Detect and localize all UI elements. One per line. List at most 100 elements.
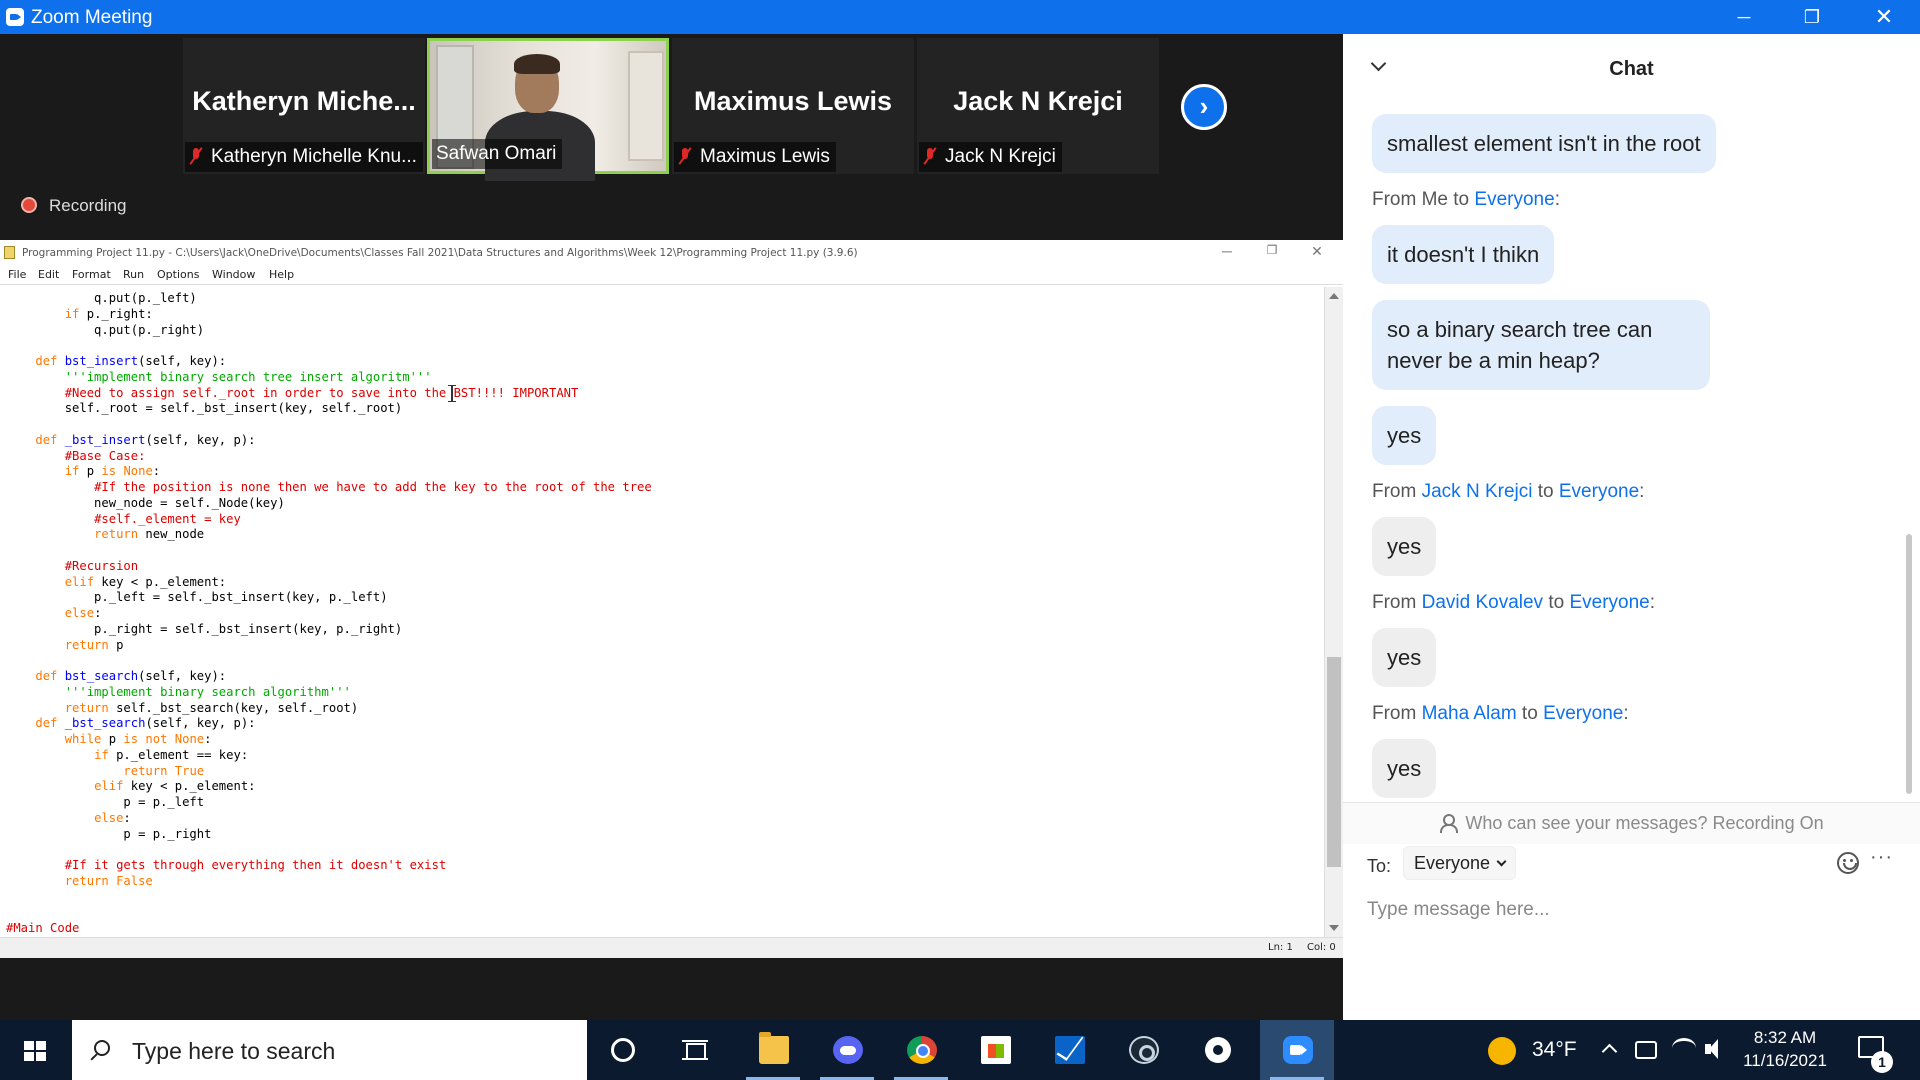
code-line[interactable]: p._left = self._bst_insert(key, p._left) <box>6 590 652 606</box>
code-line[interactable]: #Need to assign self._root in order to s… <box>6 386 652 402</box>
chat-message-input[interactable] <box>1367 892 1897 928</box>
zoom-button[interactable] <box>1260 1020 1334 1080</box>
start-button[interactable] <box>0 1020 70 1080</box>
scroll-thumb[interactable] <box>1327 657 1341 867</box>
cortana-icon[interactable] <box>611 1038 635 1062</box>
weather-sun-icon[interactable] <box>1488 1037 1516 1065</box>
code-line[interactable]: else: <box>6 606 652 622</box>
chat-message-bubble[interactable]: yes <box>1372 406 1437 465</box>
code-line[interactable] <box>6 653 652 669</box>
code-line[interactable]: q.put(p._right) <box>6 323 652 339</box>
code-line[interactable]: self._root = self._bst_insert(key, self.… <box>6 401 652 417</box>
emoji-icon[interactable] <box>1837 852 1859 874</box>
file-explorer-button[interactable] <box>736 1020 810 1080</box>
code-line[interactable]: if p._right: <box>6 307 652 323</box>
code-line[interactable]: #Recursion <box>6 559 652 575</box>
code-line[interactable]: p = p._left <box>6 795 652 811</box>
menu-format[interactable]: Format <box>72 268 111 281</box>
minimize-button[interactable]: ─ <box>1716 0 1772 34</box>
chat-message-bubble[interactable]: so a binary search tree can never be a m… <box>1372 300 1710 390</box>
code-line[interactable] <box>6 890 652 906</box>
wifi-icon[interactable] <box>1672 1038 1696 1058</box>
code-line[interactable]: #If the position is none then we have to… <box>6 480 652 496</box>
next-page-button[interactable]: › <box>1181 84 1227 130</box>
chat-message-bubble[interactable]: yes <box>1372 739 1437 798</box>
code-line[interactable]: #Base Case: <box>6 449 652 465</box>
chat-recipient-name[interactable]: Everyone <box>1474 189 1554 210</box>
chrome-button[interactable] <box>884 1020 958 1080</box>
code-line[interactable]: if p is None: <box>6 464 652 480</box>
code-line[interactable]: '''implement binary search tree insert a… <box>6 370 652 386</box>
code-line[interactable]: return self._bst_search(key, self._root) <box>6 701 652 717</box>
code-line[interactable]: q.put(p._left) <box>6 291 652 307</box>
code-line[interactable]: elif key < p._element: <box>6 779 652 795</box>
settings-button[interactable] <box>1180 1020 1254 1080</box>
close-button[interactable]: ✕ <box>1856 0 1912 34</box>
chat-scrollbar[interactable] <box>1904 104 1914 804</box>
chat-message-bubble[interactable]: smallest element isn't in the root <box>1372 114 1716 173</box>
chat-sender-name[interactable]: David Kovalev <box>1422 592 1543 613</box>
code-line[interactable]: #self._element = key <box>6 512 652 528</box>
idle-restore-button[interactable]: ❐ <box>1257 243 1287 263</box>
scroll-down-icon[interactable] <box>1329 925 1339 931</box>
code-line[interactable]: #If it gets through everything then it d… <box>6 858 652 874</box>
code-line[interactable]: return p <box>6 638 652 654</box>
chat-recipient-name[interactable]: Everyone <box>1569 592 1649 613</box>
steam-button[interactable] <box>1106 1020 1180 1080</box>
code-line[interactable]: else: <box>6 811 652 827</box>
chat-recipient-name[interactable]: Everyone <box>1559 481 1639 502</box>
more-options-icon[interactable]: ··· <box>1870 846 1893 869</box>
code-line[interactable] <box>6 417 652 433</box>
code-line[interactable]: while p is not None: <box>6 732 652 748</box>
code-editor[interactable]: q.put(p._left) if p._right: q.put(p._rig… <box>0 287 1325 937</box>
code-line[interactable]: p = p._right <box>6 827 652 843</box>
menu-edit[interactable]: Edit <box>38 268 59 281</box>
code-line[interactable]: #Main Code <box>6 921 652 937</box>
chat-visibility-notice[interactable]: Who can see your messages? Recording On <box>1343 802 1920 844</box>
code-line[interactable]: return new_node <box>6 527 652 543</box>
code-line[interactable] <box>6 338 652 354</box>
participant-tile[interactable]: Maximus Lewis Maximus Lewis <box>672 38 914 174</box>
code-line[interactable]: def _bst_search(self, key, p): <box>6 716 652 732</box>
chat-scroll-thumb[interactable] <box>1906 534 1912 794</box>
code-text[interactable]: q.put(p._left) if p._right: q.put(p._rig… <box>6 291 652 937</box>
idle-minimize-button[interactable]: ─ <box>1212 243 1242 263</box>
store-button[interactable] <box>958 1020 1032 1080</box>
chat-sender-name[interactable]: Jack N Krejci <box>1422 481 1533 502</box>
code-line[interactable]: elif key < p._element: <box>6 575 652 591</box>
code-line[interactable]: p._right = self._bst_insert(key, p._righ… <box>6 622 652 638</box>
menu-file[interactable]: File <box>8 268 26 281</box>
chat-sender-name[interactable]: Maha Alam <box>1422 703 1517 724</box>
idle-close-button[interactable]: ✕ <box>1302 243 1332 263</box>
weather-temperature[interactable]: 34°F <box>1532 1038 1577 1062</box>
chat-message-bubble[interactable]: it doesn't I thikn <box>1372 225 1555 284</box>
code-line[interactable]: new_node = self._Node(key) <box>6 496 652 512</box>
network-icon[interactable] <box>1635 1041 1657 1059</box>
menu-window[interactable]: Window <box>212 268 255 281</box>
code-line[interactable] <box>6 905 652 921</box>
code-line[interactable]: return True <box>6 764 652 780</box>
mail-button[interactable] <box>1032 1020 1106 1080</box>
menu-options[interactable]: Options <box>157 268 199 281</box>
chat-recipient-name[interactable]: Everyone <box>1543 703 1623 724</box>
code-line[interactable]: '''implement binary search algorithm''' <box>6 685 652 701</box>
code-line[interactable] <box>6 842 652 858</box>
taskbar-clock[interactable]: 8:32 AM 11/16/2021 <box>1737 1026 1833 1072</box>
scroll-up-icon[interactable] <box>1329 293 1339 299</box>
discord-button[interactable] <box>810 1020 884 1080</box>
chat-message-bubble[interactable]: yes <box>1372 628 1437 687</box>
participant-tile[interactable]: Katheryn Miche... Katheryn Michelle Knu.… <box>183 38 425 174</box>
code-line[interactable]: return False <box>6 874 652 890</box>
recording-indicator[interactable]: Recording <box>21 196 127 216</box>
volume-icon[interactable] <box>1705 1038 1729 1062</box>
chat-recipient-dropdown[interactable]: Everyone <box>1403 846 1517 880</box>
menu-run[interactable]: Run <box>123 268 144 281</box>
restore-button[interactable]: ❐ <box>1784 0 1840 34</box>
code-line[interactable] <box>6 543 652 559</box>
code-line[interactable]: if p._element == key: <box>6 748 652 764</box>
chat-message-list[interactable]: From Jack N Krejci to Everyone: smallest … <box>1343 100 1920 802</box>
participant-tile[interactable]: Jack N Krejci Jack N Krejci <box>917 38 1159 174</box>
chat-message-bubble[interactable]: yes <box>1372 517 1437 576</box>
task-view-icon[interactable] <box>682 1040 708 1060</box>
taskbar-search-box[interactable]: Type here to search <box>72 1020 587 1080</box>
